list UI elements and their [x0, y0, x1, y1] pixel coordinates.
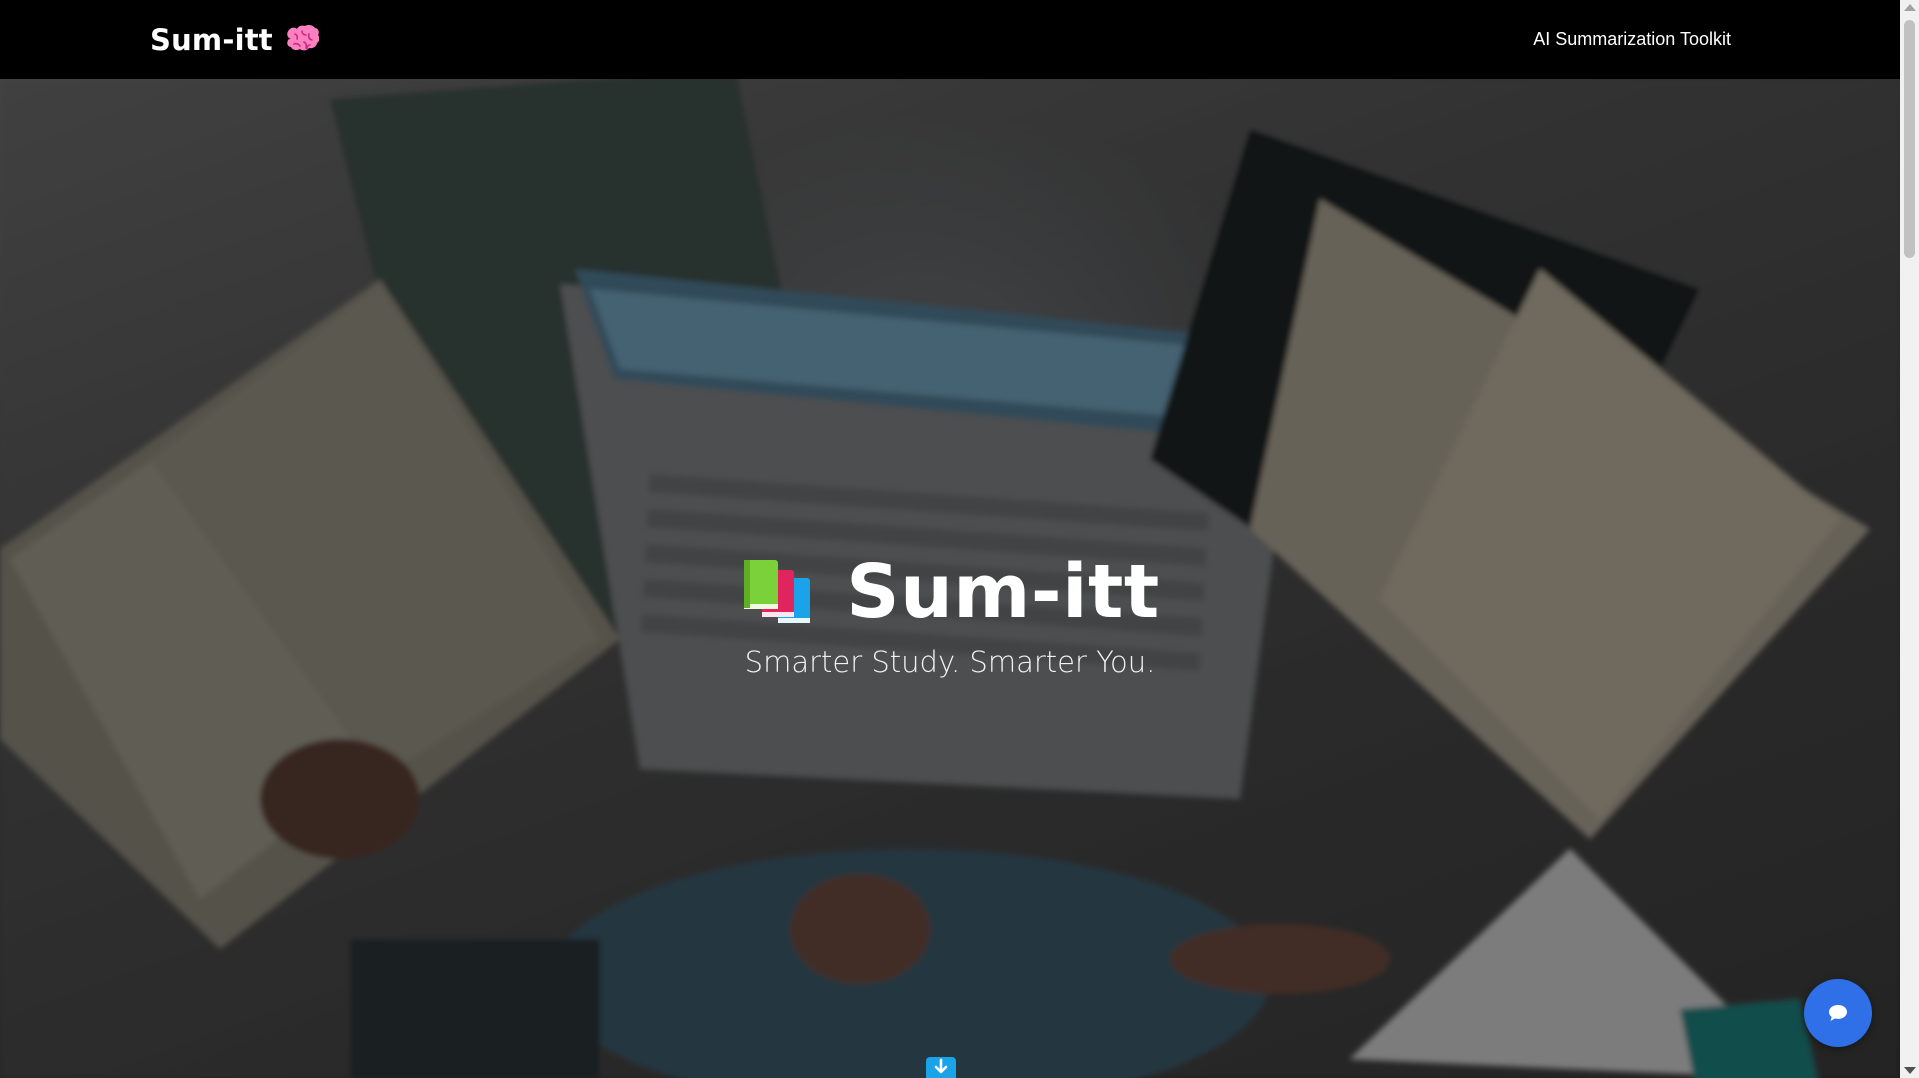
- brain-icon: [285, 24, 320, 55]
- hero-content: Sum-itt Smarter Study. Smarter You.: [0, 549, 1900, 679]
- top-navbar: Sum-itt AI Summarization Toolkit: [0, 0, 1900, 79]
- hero-title-row: Sum-itt: [740, 549, 1159, 635]
- scroll-up-arrow-icon[interactable]: [1904, 4, 1916, 11]
- nav-link-ai-summarization-toolkit[interactable]: AI Summarization Toolkit: [1533, 29, 1731, 50]
- scroll-down-button[interactable]: [926, 1057, 956, 1078]
- hero-section: Sum-itt Smarter Study. Smarter You.: [0, 79, 1900, 1078]
- brand-name: Sum-itt: [150, 22, 273, 57]
- page-scrollbar[interactable]: [1900, 0, 1919, 1078]
- books-icon: [740, 556, 820, 628]
- scrollbar-thumb[interactable]: [1904, 20, 1915, 258]
- hero-subtitle: Smarter Study. Smarter You.: [744, 645, 1156, 679]
- chat-button[interactable]: [1804, 979, 1872, 1047]
- scroll-down-arrow-icon[interactable]: [1904, 1067, 1916, 1074]
- page: Sum-itt AI Summarization Toolkit Sum-itt…: [0, 0, 1919, 1078]
- arrow-down-icon: [934, 1058, 948, 1074]
- brand-logo[interactable]: Sum-itt: [150, 22, 320, 57]
- chat-bubble-icon: [1829, 1005, 1847, 1021]
- hero-title: Sum-itt: [846, 549, 1160, 635]
